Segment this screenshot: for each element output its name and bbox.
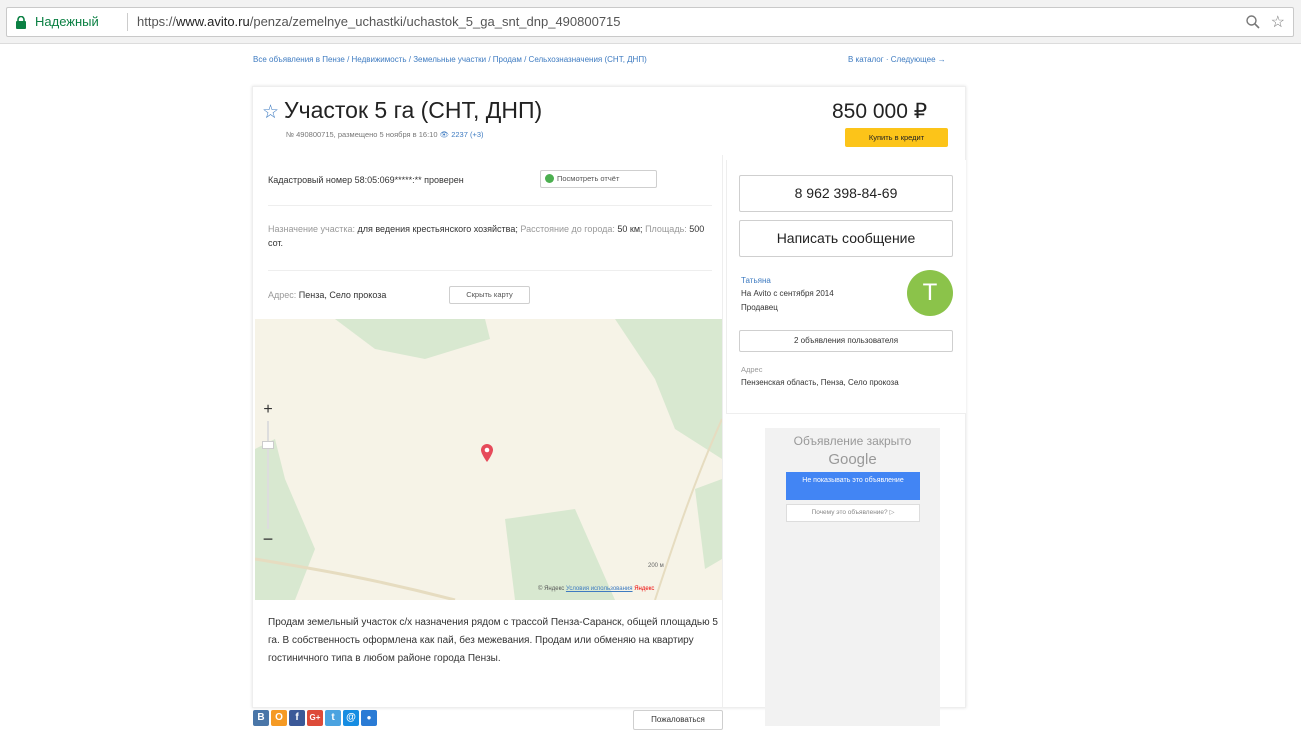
zoom-slider-track[interactable] (267, 421, 269, 529)
breadcrumb[interactable]: Все объявления в Пензе / Недвижимость / … (253, 55, 647, 64)
hide-map-button[interactable]: Скрыть карту (449, 286, 530, 304)
listing-number-date: № 490800715, размещено 5 ноября в 16:10 (286, 130, 438, 139)
cadastral-number: Кадастровый номер 58:05:069*****:** пров… (268, 175, 464, 185)
avatar[interactable]: T (907, 270, 953, 316)
address-label: Адрес: (268, 290, 297, 300)
listing-params: Назначение участка: для ведения крестьян… (268, 222, 708, 250)
views-count: 👁 2237 (+3) (439, 130, 484, 139)
vk-share-icon[interactable]: В (253, 710, 269, 726)
zoom-icon[interactable] (1245, 14, 1261, 30)
views-value: 2237 (+3) (451, 130, 484, 139)
google-logo: Google (828, 451, 877, 468)
check-icon (545, 174, 554, 183)
ok-share-icon[interactable]: О (271, 710, 287, 726)
seller-role: Продавец (741, 303, 778, 312)
favorite-star-icon[interactable]: ☆ (262, 101, 279, 124)
buy-on-credit-button[interactable]: Купить в кредит (845, 128, 948, 147)
divider (268, 205, 712, 206)
catalog-next-links[interactable]: В каталог · Следующее → (848, 55, 946, 64)
seller-name-link[interactable]: Татьяна (741, 276, 771, 285)
why-ad-button[interactable]: Почему это объявление? ▷ (786, 504, 920, 522)
browser-toolbar: Надежный https://www.avito.ru/penza/zeme… (0, 0, 1301, 44)
listing-price: 850 000 ₽ (832, 100, 928, 123)
view-report-label: Посмотреть отчёт (557, 174, 620, 183)
address-separator (127, 13, 128, 31)
area-label: Площадь: (645, 224, 687, 234)
complain-button[interactable]: Пожаловаться (633, 710, 723, 730)
url-path: /penza/zemelnye_uchastki/uchastok_5_ga_s… (249, 14, 621, 29)
ad-closed-text: Объявление закрыто (793, 434, 912, 448)
purpose-value: для ведения крестьянского хозяйства; (357, 224, 518, 234)
url-text[interactable]: https://www.avito.ru/penza/zemelnye_ucha… (137, 14, 621, 29)
write-message-button[interactable]: Написать сообщение (739, 220, 953, 257)
facebook-share-icon[interactable]: f (289, 710, 305, 726)
social-share-buttons: В О f G+ t @ ● (253, 710, 377, 728)
mailru-share-icon[interactable]: @ (343, 710, 359, 726)
view-report-button[interactable]: Посмотреть отчёт (540, 170, 657, 188)
zoom-out-button[interactable]: − (259, 530, 277, 549)
purpose-label: Назначение участка: (268, 224, 355, 234)
map-zoom-control: + − (259, 401, 277, 551)
address-line: Адрес: Пенза, Село прокоза (268, 290, 386, 300)
map-terms-link[interactable]: Условия использования (566, 586, 633, 592)
zoom-slider-handle[interactable] (262, 441, 274, 449)
url-host: www.avito.ru (176, 14, 250, 29)
map-copyright: © Яндекс (538, 586, 565, 592)
distance-label: Расстояние до города: (520, 224, 615, 234)
zoom-in-button[interactable]: + (259, 401, 277, 419)
bookmark-star-icon[interactable]: ☆ (1271, 12, 1285, 32)
livejournal-share-icon[interactable]: ● (361, 710, 377, 726)
seller-address-label: Адрес (741, 365, 763, 374)
map-pin-icon[interactable] (480, 444, 494, 462)
seller-address: Пензенская область, Пенза, Село прокоза (741, 378, 899, 387)
lock-icon (16, 16, 26, 29)
yandex-logo[interactable]: Яндекс (634, 586, 654, 592)
map-scale: 200 м (648, 563, 664, 569)
stop-ad-button[interactable]: Не показывать это объявление (786, 472, 920, 500)
map-attribution: © Яндекс Условия использования Яндекс (538, 586, 654, 592)
divider (268, 270, 712, 271)
seller-ads-button[interactable]: 2 объявления пользователя (739, 330, 953, 352)
google-plus-share-icon[interactable]: G+ (307, 710, 323, 726)
address-value: Пенза, Село прокоза (298, 290, 387, 300)
distance-value: 50 км; (617, 224, 643, 234)
address-bar[interactable]: Надежный https://www.avito.ru/penza/zeme… (6, 7, 1294, 37)
twitter-share-icon[interactable]: t (325, 710, 341, 726)
url-prefix: https:// (137, 14, 177, 29)
seller-since: На Avito с сентября 2014 (741, 289, 834, 298)
secure-label: Надежный (35, 14, 99, 29)
listing-title: Участок 5 га (СНТ, ДНП) (284, 97, 543, 123)
listing-description: Продам земельный участок с/х назначения … (268, 617, 718, 664)
show-phone-button[interactable]: 8 962 398-84-69 (739, 175, 953, 212)
listing-meta: № 490800715, размещено 5 ноября в 16:10 … (286, 130, 484, 139)
